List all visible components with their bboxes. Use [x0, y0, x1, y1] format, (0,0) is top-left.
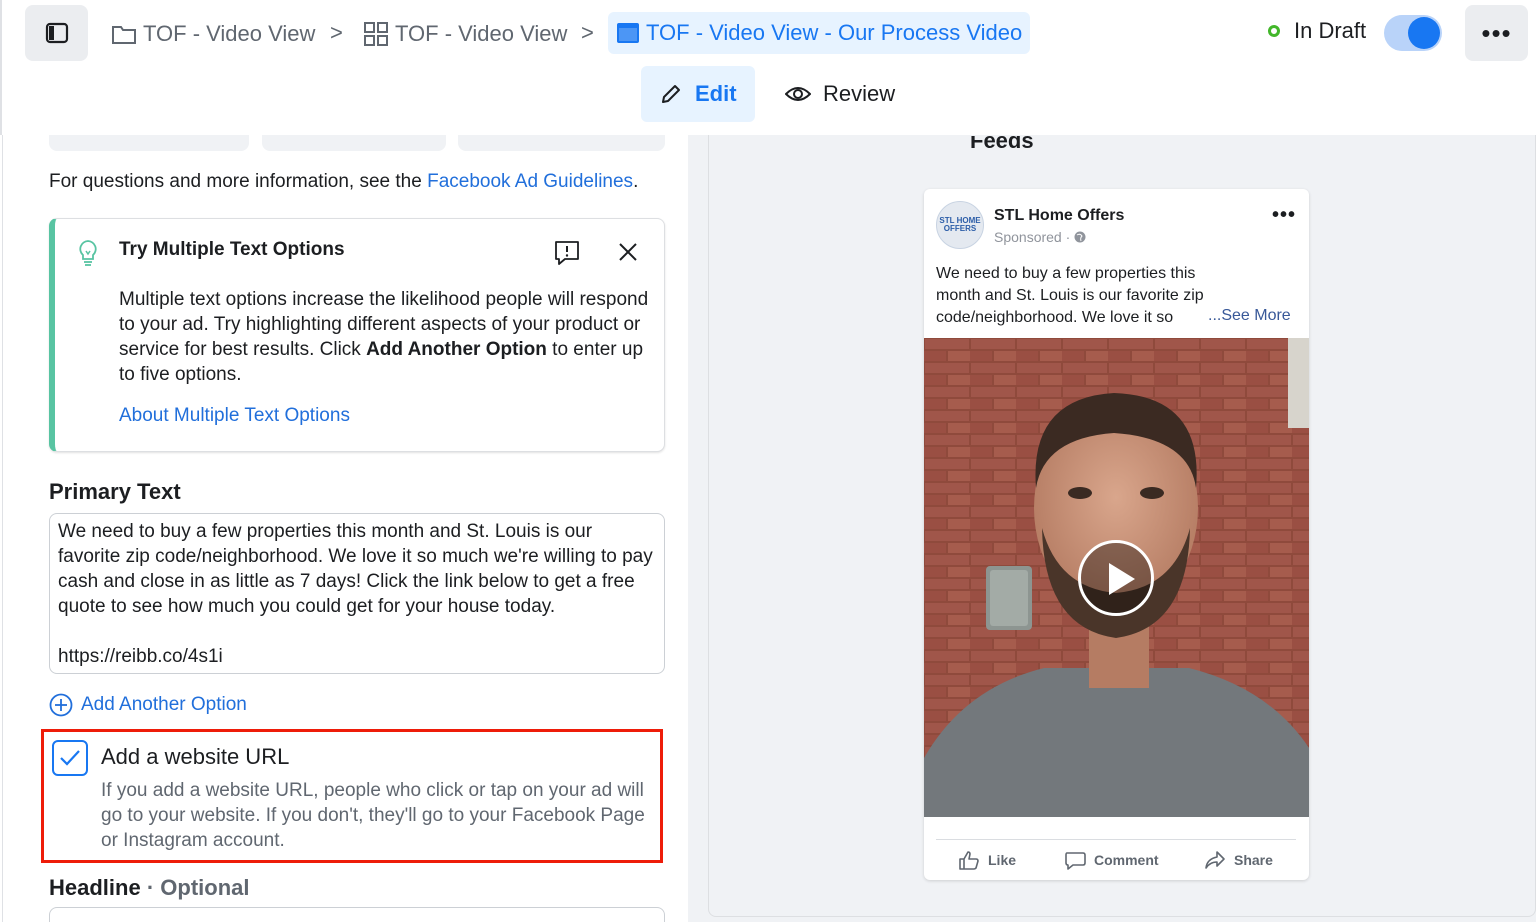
- multiple-text-options-link[interactable]: About Multiple Text Options: [119, 405, 350, 427]
- post-more-icon[interactable]: •••: [1272, 205, 1296, 225]
- plus-circle-icon: [49, 693, 73, 717]
- website-url-title: Add a website URL: [101, 744, 290, 769]
- close-icon[interactable]: [617, 241, 639, 263]
- website-url-checkbox[interactable]: [52, 740, 88, 776]
- like-label: Like: [988, 852, 1017, 868]
- share-button[interactable]: Share: [1204, 845, 1273, 875]
- tab-review-label: Review: [823, 81, 896, 106]
- ad-preview-card: STL HOME OFFERS STL Home Offers Sponsore…: [924, 189, 1309, 880]
- headline-label: Headline: [49, 875, 141, 900]
- tab-edit-label: Edit: [695, 81, 737, 106]
- headline-optional-label: · Optional: [146, 875, 250, 900]
- headline-title: Headline · Optional: [49, 875, 249, 901]
- breadcrumb-separator: >: [581, 20, 594, 45]
- tab-review[interactable]: Review: [767, 66, 913, 122]
- sidebar-icon: [45, 22, 68, 44]
- tip-title: Try Multiple Text Options: [119, 239, 345, 260]
- breadcrumb-campaign[interactable]: TOF - Video View: [111, 14, 315, 54]
- globe-icon: [1074, 231, 1086, 243]
- breadcrumb-separator: >: [330, 20, 343, 45]
- post-text: We need to buy a few properties this mon…: [936, 265, 1204, 326]
- eye-icon: [785, 87, 811, 101]
- video-thumbnail[interactable]: [924, 338, 1309, 817]
- option-card[interactable]: [49, 135, 249, 151]
- folder-icon: [112, 26, 136, 44]
- website-url-option: Add a website URL If you add a website U…: [41, 729, 663, 863]
- guidelines-prefix: For questions and more information, see …: [49, 171, 428, 192]
- breadcrumb-campaign-label: TOF - Video View: [143, 21, 316, 46]
- status-label: In Draft: [1294, 18, 1367, 43]
- pencil-icon: [662, 85, 680, 103]
- feedback-icon[interactable]: [553, 239, 581, 267]
- page-name[interactable]: STL Home Offers: [994, 207, 1124, 225]
- play-button[interactable]: [1078, 540, 1154, 616]
- lightbulb-icon: [79, 240, 97, 266]
- avatar-logo-text: STL HOME OFFERS: [939, 216, 981, 233]
- breadcrumb-ad[interactable]: TOF - Video View - Our Process Video: [608, 12, 1031, 54]
- placement-label: Feeds: [970, 136, 1034, 153]
- breadcrumb-ad-label: TOF - Video View - Our Process Video: [646, 20, 1023, 45]
- share-icon: [1205, 851, 1225, 869]
- guidelines-suffix: .: [633, 171, 639, 192]
- ellipsis-icon: •••: [1481, 17, 1512, 48]
- see-more-link[interactable]: ...See More: [1208, 307, 1291, 325]
- ad-editor-panel: For questions and more information, see …: [2, 135, 688, 922]
- tip-body: Multiple text options increase the likel…: [119, 287, 654, 387]
- comment-label: Comment: [1094, 852, 1159, 868]
- headline-input[interactable]: [49, 907, 665, 922]
- primary-text-title: Primary Text: [49, 479, 181, 504]
- draft-toggle[interactable]: [1384, 15, 1442, 51]
- option-card[interactable]: [458, 135, 665, 151]
- sidebar-toggle-button[interactable]: [25, 5, 88, 61]
- status-dot-icon: [1268, 25, 1280, 37]
- primary-text-url: https://reibb.co/4s1i: [58, 646, 223, 667]
- page-avatar[interactable]: STL HOME OFFERS: [936, 201, 984, 249]
- add-another-option-label: Add Another Option: [81, 694, 247, 715]
- primary-text-input[interactable]: We need to buy a few properties this mon…: [49, 513, 665, 674]
- comment-button[interactable]: Comment: [1064, 845, 1159, 875]
- grid-icon: [364, 22, 388, 46]
- primary-text-value: We need to buy a few properties this mon…: [58, 521, 653, 617]
- thumbs-up-icon: [959, 851, 979, 870]
- status-indicator: In Draft: [1268, 18, 1366, 44]
- comment-icon: [1065, 852, 1086, 870]
- sponsored-label: Sponsored ·: [994, 229, 1086, 245]
- like-button[interactable]: Like: [958, 845, 1016, 875]
- ad-guidelines-link[interactable]: Facebook Ad Guidelines: [427, 171, 633, 192]
- guidelines-text: For questions and more information, see …: [49, 171, 638, 193]
- tip-card: Try Multiple Text Options Multiple text …: [49, 218, 665, 452]
- website-url-description: If you add a website URL, people who cli…: [101, 780, 645, 851]
- action-divider: [936, 839, 1296, 840]
- sponsored-text: Sponsored ·: [994, 229, 1075, 245]
- checkmark-icon: [60, 750, 80, 766]
- share-label: Share: [1234, 852, 1273, 868]
- tip-body-bold: Add Another Option: [366, 339, 547, 360]
- more-options-button[interactable]: •••: [1465, 5, 1528, 61]
- ad-icon: [617, 23, 639, 43]
- breadcrumb-adset[interactable]: TOF - Video View: [363, 14, 567, 54]
- breadcrumb-adset-label: TOF - Video View: [395, 21, 568, 46]
- add-another-option-button[interactable]: Add Another Option: [49, 693, 247, 717]
- tab-edit[interactable]: Edit: [641, 66, 755, 122]
- option-card[interactable]: [262, 135, 446, 151]
- top-bar: TOF - Video View > TOF - Video View > TO…: [0, 0, 1536, 135]
- toggle-knob: [1408, 17, 1440, 49]
